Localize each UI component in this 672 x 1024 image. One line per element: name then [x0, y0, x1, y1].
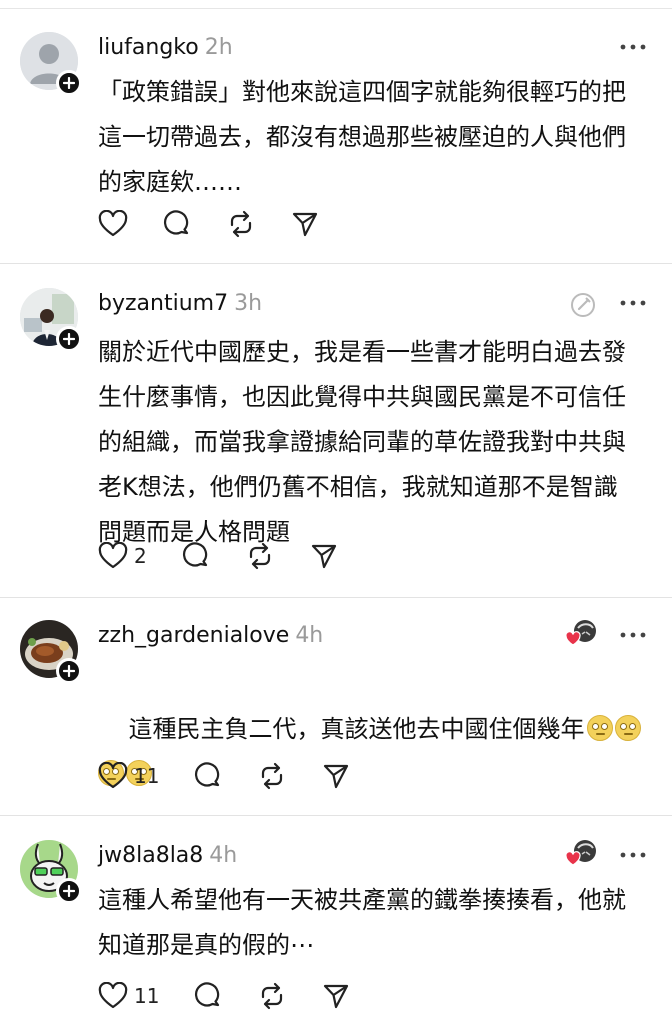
post-time: 2h	[204, 35, 233, 60]
action-bar: 11	[98, 760, 385, 792]
send-paper-plane-icon	[311, 544, 336, 569]
post-divider	[0, 263, 672, 264]
post-text: 這種人希望他有一天被共產黨的鐵拳揍揍看，他就 知道那是真的假的⋯	[98, 886, 626, 959]
send-paper-plane-icon	[292, 212, 318, 237]
repost-arrows-icon	[262, 762, 283, 790]
post-text: 「政策錯誤」對他來說這四個字就能夠很輕巧的把 這一切帶過去，都沒有想過那些被壓迫…	[98, 78, 626, 196]
share-button[interactable]	[321, 980, 351, 1012]
like-button[interactable]: 2	[98, 540, 147, 572]
like-button[interactable]: 11	[98, 980, 159, 1012]
more-horizontal-icon[interactable]	[618, 42, 648, 52]
reply-button[interactable]	[193, 760, 223, 792]
follow-button[interactable]	[56, 658, 82, 684]
liked-by-author-icon	[566, 840, 596, 866]
like-button[interactable]	[98, 208, 128, 240]
like-count: 2	[134, 544, 147, 568]
reply-button[interactable]	[193, 980, 223, 1012]
post-divider	[0, 815, 672, 816]
eye-roll-emoji	[614, 715, 641, 741]
top-divider	[0, 8, 672, 9]
username[interactable]: zzh_gardenialove 4h	[98, 622, 323, 650]
reply-button[interactable]	[162, 208, 192, 240]
post-time: 4h	[209, 843, 238, 868]
heart-outline-icon	[98, 542, 128, 569]
eye-roll-emoji	[586, 715, 613, 741]
repost-button[interactable]	[245, 540, 275, 572]
repost-button[interactable]	[226, 208, 256, 240]
speech-bubble-icon	[182, 542, 207, 567]
action-bar: 2	[98, 540, 373, 572]
post-text: 這種民主負二代，真該送他去中國住個幾年	[128, 715, 585, 743]
liked-by-author-icon	[566, 620, 596, 646]
like-button[interactable]: 11	[98, 760, 159, 792]
repost-button[interactable]	[257, 760, 287, 792]
share-button[interactable]	[321, 760, 351, 792]
more-horizontal-icon[interactable]	[618, 630, 648, 640]
speech-bubble-icon	[195, 982, 220, 1007]
post-time: 3h	[234, 291, 263, 316]
reply-button[interactable]	[181, 540, 211, 572]
repost-arrows-icon	[262, 982, 283, 1010]
more-horizontal-icon[interactable]	[618, 850, 648, 860]
username-text[interactable]: liufangko	[98, 35, 199, 60]
username[interactable]: jw8la8la8 4h	[98, 842, 237, 870]
like-count: 11	[134, 764, 160, 788]
post-divider	[0, 597, 672, 598]
heart-outline-icon	[98, 982, 128, 1009]
heart-outline-icon	[98, 762, 128, 789]
follow-button[interactable]	[56, 326, 82, 352]
follow-button[interactable]	[56, 70, 82, 96]
share-button[interactable]	[290, 208, 320, 240]
speech-bubble-icon	[164, 210, 189, 235]
username[interactable]: liufangko 2h	[98, 34, 233, 62]
send-paper-plane-icon	[324, 984, 349, 1009]
username-text[interactable]: byzantium7	[98, 291, 228, 316]
edit-circle-icon	[571, 293, 595, 317]
like-count: 11	[134, 984, 160, 1008]
plus-icon	[63, 77, 75, 89]
action-bar	[98, 208, 354, 240]
send-paper-plane-icon	[324, 764, 349, 789]
username[interactable]: byzantium7 3h	[98, 290, 262, 318]
plus-icon	[63, 665, 75, 677]
action-bar: 11	[98, 980, 385, 1012]
username-text[interactable]: zzh_gardenialove	[98, 623, 289, 648]
post-text: 關於近代中國歷史，我是看一些書才能明白過去發 生什麼事情，也因此覺得中共與國民黨…	[98, 338, 626, 546]
more-horizontal-icon[interactable]	[618, 298, 648, 308]
repost-arrows-icon	[230, 210, 252, 238]
plus-icon	[63, 885, 75, 897]
plus-icon	[63, 333, 75, 345]
username-text[interactable]: jw8la8la8	[98, 843, 203, 868]
follow-button[interactable]	[56, 878, 82, 904]
speech-bubble-icon	[195, 762, 220, 787]
heart-outline-icon	[98, 210, 128, 237]
share-button[interactable]	[309, 540, 339, 572]
repost-button[interactable]	[257, 980, 287, 1012]
repost-arrows-icon	[249, 542, 270, 570]
post-time: 4h	[295, 623, 324, 648]
